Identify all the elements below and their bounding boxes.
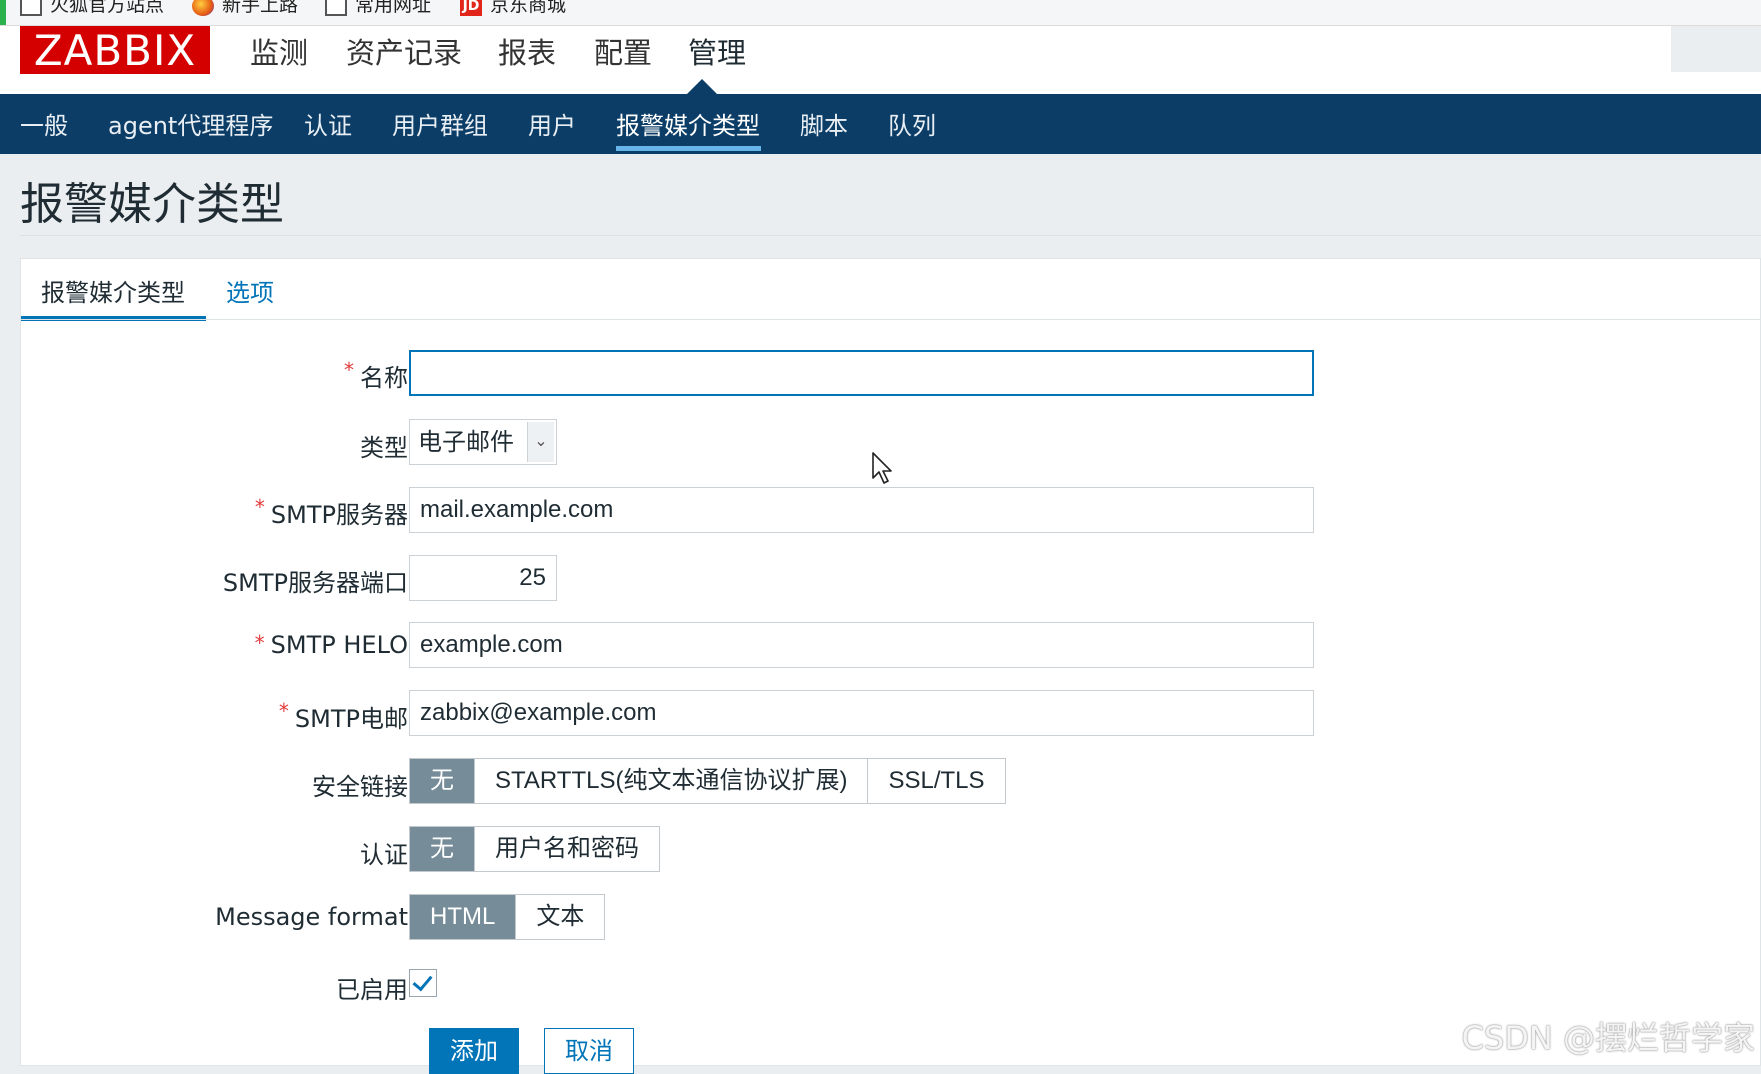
top-header: ZABBIX 监测 资产记录 报表 配置 管理 [0,26,1761,95]
firefox-icon [192,0,214,16]
chevron-down-icon[interactable]: ⌄ [527,422,554,462]
label-text: SMTP服务器 [270,501,408,529]
smtp-email-input[interactable]: zabbix@example.com [409,690,1314,736]
jd-icon: JD [460,0,482,16]
subnav-queue[interactable]: 队列 [888,106,936,141]
authentication-label: 认证 [360,841,408,869]
required-marker: * [254,495,265,519]
cancel-button[interactable]: 取消 [544,1028,634,1074]
required-marker: * [254,631,265,655]
message-format-label: Message format [215,903,408,931]
tabs-divider [21,319,1760,320]
smtp-helo-label: * SMTP HELO [255,631,408,659]
smtp-server-input[interactable]: mail.example.com [409,487,1314,533]
bookmark-label: 火狐官方站点 [50,0,165,16]
page-title: 报警媒介类型 [20,179,284,230]
label-text: SMTP电邮 [294,705,408,733]
bookmark-label: 新手上路 [222,0,299,16]
sub-nav: 一般 agent代理程序 认证 用户群组 用户 报警媒介类型 脚本 队列 [0,94,1761,154]
tab-options[interactable]: 选项 [226,273,274,308]
nav-monitoring[interactable]: 监测 [250,30,308,72]
tab-media-type[interactable]: 报警媒介类型 [41,273,185,308]
message-format-toggle: HTML 文本 [409,894,606,940]
page-icon [325,0,347,16]
subnav-authentication[interactable]: 认证 [304,106,352,141]
auth-username-password-option[interactable]: 用户名和密码 [475,827,659,871]
format-html-option[interactable]: HTML [410,895,517,939]
name-label: * 名称 [344,358,408,393]
connection-security-toggle: 无 STARTTLS(纯文本通信协议扩展) SSL/TLS [409,758,1006,804]
subnav-proxies[interactable]: agent代理程序 [108,106,273,141]
subnav-active-underline [616,146,761,151]
active-nav-caret [686,79,718,95]
bookmark-item[interactable]: 火狐官方站点 [20,0,164,17]
subnav-media-types[interactable]: 报警媒介类型 [616,106,760,141]
header-search-area[interactable] [1671,26,1761,72]
bookmarks-bar: 火狐官方站点 新手上路 常用网址 JD 京东商城 [0,0,1761,26]
bookmark-label: 常用网址 [355,0,432,16]
bookmarks-edge [0,0,6,25]
zabbix-logo[interactable]: ZABBIX [20,26,210,75]
mouse-cursor-icon [872,452,892,484]
nav-inventory[interactable]: 资产记录 [346,30,462,72]
subnav-users[interactable]: 用户 [528,106,576,141]
required-marker: * [278,699,289,723]
nav-administration[interactable]: 管理 [688,30,746,72]
type-select[interactable]: 电子邮件 ⌄ [409,419,557,465]
subnav-general[interactable]: 一般 [20,106,68,141]
security-starttls-option[interactable]: STARTTLS(纯文本通信协议扩展) [475,759,869,803]
add-button[interactable]: 添加 [429,1028,519,1074]
label-text: 名称 [360,364,408,392]
bookmark-item[interactable]: 新手上路 [192,0,298,17]
smtp-port-input[interactable]: 25 [409,555,557,601]
nav-configuration[interactable]: 配置 [594,30,652,72]
auth-none-option[interactable]: 无 [410,827,475,871]
checkmark-icon [412,970,433,992]
authentication-toggle: 无 用户名和密码 [409,826,660,872]
smtp-server-label: * SMTP服务器 [255,495,408,530]
page-icon [20,0,42,16]
type-select-value: 电子邮件 [418,428,514,456]
enabled-checkbox[interactable] [409,969,437,997]
nav-reports[interactable]: 报表 [498,30,556,72]
name-input[interactable] [409,350,1314,396]
subnav-user-groups[interactable]: 用户群组 [392,106,488,141]
bookmark-item[interactable]: JD 京东商城 [460,0,566,17]
subnav-scripts[interactable]: 脚本 [800,106,848,141]
smtp-email-label: * SMTP电邮 [279,699,408,734]
label-text: SMTP HELO [270,631,408,659]
connection-security-label: 安全链接 [312,773,408,801]
format-text-option[interactable]: 文本 [516,895,605,939]
security-none-option[interactable]: 无 [410,759,475,803]
enabled-label: 已启用 [336,976,408,1004]
bookmark-item[interactable]: 常用网址 [325,0,431,17]
security-ssl-tls-option[interactable]: SSL/TLS [868,759,1005,803]
smtp-helo-input[interactable]: example.com [409,622,1314,668]
type-label: 类型 [360,434,408,462]
required-marker: * [344,358,354,382]
bookmark-label: 京东商城 [490,0,567,16]
divider [20,235,1761,236]
smtp-port-label: SMTP服务器端口 [222,569,408,597]
watermark: CSDN @摆烂哲学家 [1461,1019,1755,1057]
